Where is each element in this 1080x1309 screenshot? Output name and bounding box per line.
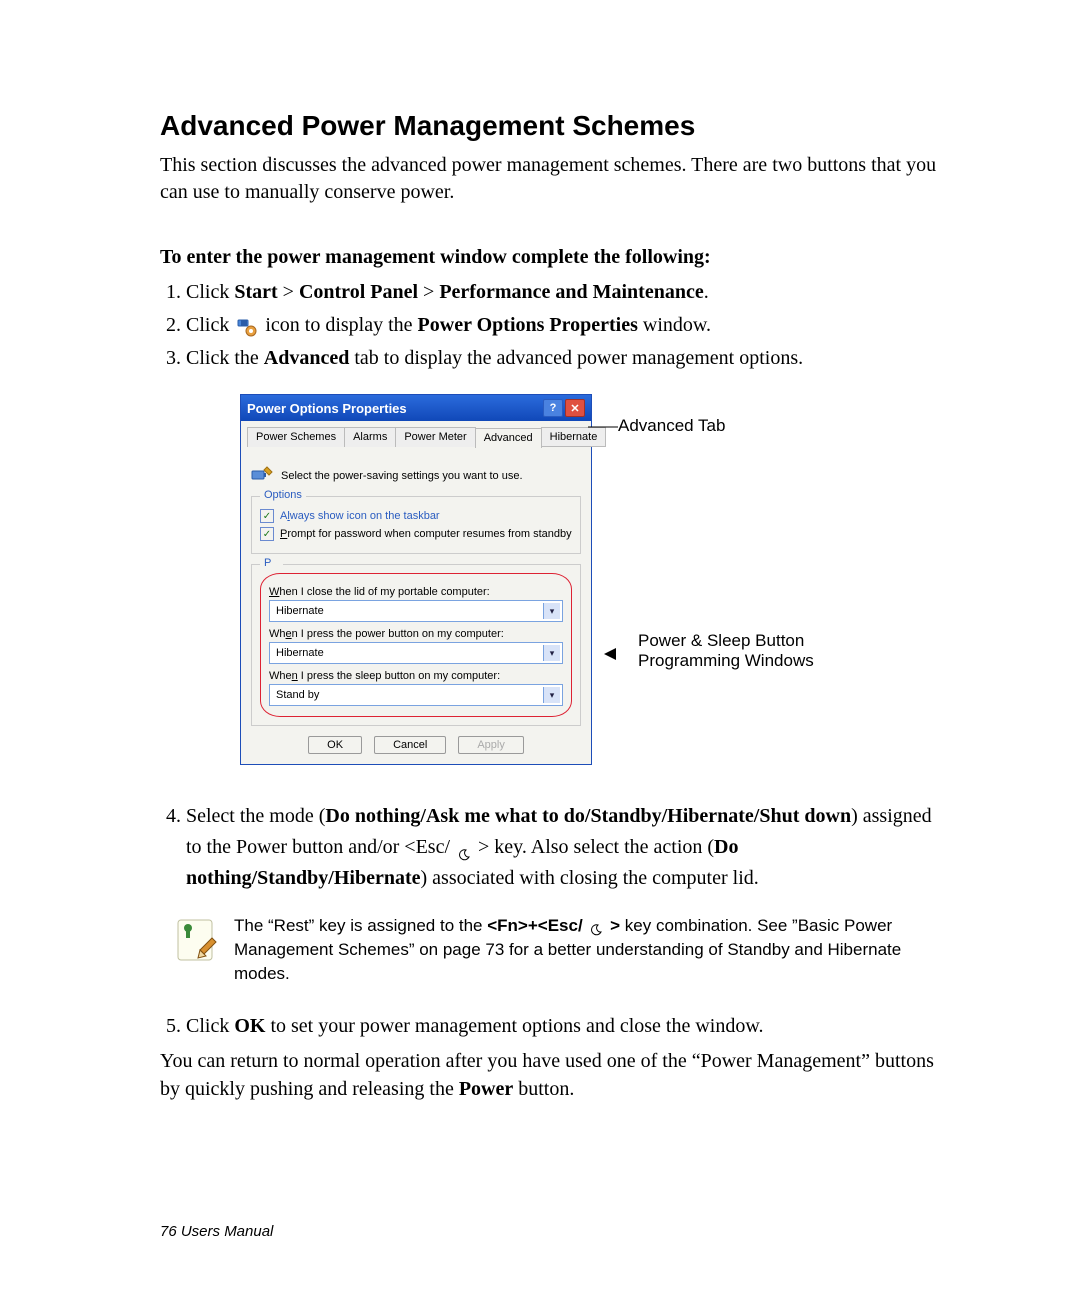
intro-text: This section discusses the advanced powe… — [160, 152, 952, 206]
step-2: Click icon to display the Power Options … — [186, 310, 952, 341]
callout-advanced-tab: Advanced Tab — [618, 416, 725, 435]
dialog-figure: Power Options Properties ? ✕ Power Schem… — [240, 394, 952, 765]
power-options-icon — [237, 316, 257, 336]
red-highlight-oval: When I close the lid of my portable comp… — [260, 573, 572, 717]
dialog-titlebar: Power Options Properties ? ✕ — [241, 395, 591, 421]
step-5: Click OK to set your power management op… — [186, 1011, 952, 1041]
cancel-button[interactable]: Cancel — [374, 736, 446, 754]
checkbox-icon: ✓ — [260, 509, 274, 523]
step1-start: Start — [234, 281, 277, 303]
step1-perf-maint: Performance and Maintenance — [439, 281, 703, 303]
chevron-down-icon: ▾ — [543, 687, 560, 703]
apply-button: Apply — [458, 736, 524, 754]
procedure-heading: To enter the power management window com… — [160, 246, 952, 269]
callout-power-sleep: Power & Sleep Button Programming Windows — [638, 631, 814, 671]
sleep-button-label: When I press the sleep button on my comp… — [269, 670, 563, 682]
power-buttons-groupbox: P... When I close the lid of my portable… — [251, 564, 581, 726]
sleep-button-select[interactable]: Stand by ▾ — [269, 684, 563, 706]
battery-plug-icon — [251, 465, 273, 486]
note-pencil-icon — [174, 914, 218, 964]
power-button-select[interactable]: Hibernate ▾ — [269, 642, 563, 664]
arrow-left-icon — [618, 631, 632, 651]
note-text: The “Rest” key is assigned to the <Fn>+<… — [234, 914, 952, 985]
checkbox-icon: ✓ — [260, 527, 274, 541]
closing-text: You can return to normal operation after… — [160, 1047, 952, 1103]
dialog-tabs: Power Schemes Alarms Power Meter Advance… — [241, 421, 591, 447]
power-button-label: When I press the power button on my comp… — [269, 628, 563, 640]
steps-list-top: Click Start > Control Panel > Performanc… — [160, 277, 952, 374]
chevron-down-icon: ▾ — [543, 603, 560, 619]
tab-alarms[interactable]: Alarms — [344, 427, 396, 447]
moon-key-icon — [589, 920, 603, 934]
callouts: Advanced Tab Power & Sleep Button Progra… — [618, 394, 814, 671]
moon-key-icon — [457, 841, 471, 855]
page-footer: 76 Users Manual — [160, 1223, 952, 1240]
step-3: Click the Advanced tab to display the ad… — [186, 343, 952, 374]
help-button[interactable]: ? — [543, 399, 563, 417]
step-4: Select the mode (Do nothing/Ask me what … — [186, 801, 952, 894]
checkbox-prompt-password[interactable]: ✓ Prompt for password when computer resu… — [260, 527, 572, 541]
options-groupbox: Options ✓ Always show icon on the taskba… — [251, 496, 581, 554]
options-legend: Options — [260, 489, 306, 501]
close-lid-value: Hibernate — [276, 605, 324, 617]
tab-hibernate[interactable]: Hibernate — [541, 427, 607, 447]
page-title: Advanced Power Management Schemes — [160, 110, 952, 142]
close-lid-select[interactable]: Hibernate ▾ — [269, 600, 563, 622]
power-button-value: Hibernate — [276, 647, 324, 659]
power-buttons-legend-partial: P... — [260, 557, 283, 569]
steps-list-bottom: Click OK to set your power management op… — [160, 1011, 952, 1041]
step1-control-panel: Control Panel — [299, 281, 418, 303]
sleep-button-value: Stand by — [276, 689, 319, 701]
tab-power-meter[interactable]: Power Meter — [395, 427, 475, 447]
chevron-down-icon: ▾ — [543, 645, 560, 661]
dialog-title: Power Options Properties — [247, 401, 541, 416]
checkbox-show-taskbar-icon[interactable]: ✓ Always show icon on the taskbar — [260, 509, 572, 523]
steps-list-mid: Select the mode (Do nothing/Ask me what … — [160, 801, 952, 894]
close-button[interactable]: ✕ — [565, 399, 585, 417]
close-lid-label: When I close the lid of my portable comp… — [269, 586, 563, 598]
step1-prefix: Click — [186, 281, 234, 303]
ok-button[interactable]: OK — [308, 736, 362, 754]
tab-power-schemes[interactable]: Power Schemes — [247, 427, 345, 447]
power-options-dialog: Power Options Properties ? ✕ Power Schem… — [240, 394, 592, 765]
step-1: Click Start > Control Panel > Performanc… — [186, 277, 952, 308]
note-box: The “Rest” key is assigned to the <Fn>+<… — [174, 914, 952, 985]
dialog-instruction: Select the power-saving settings you wan… — [281, 470, 523, 482]
tab-advanced[interactable]: Advanced — [475, 428, 542, 448]
